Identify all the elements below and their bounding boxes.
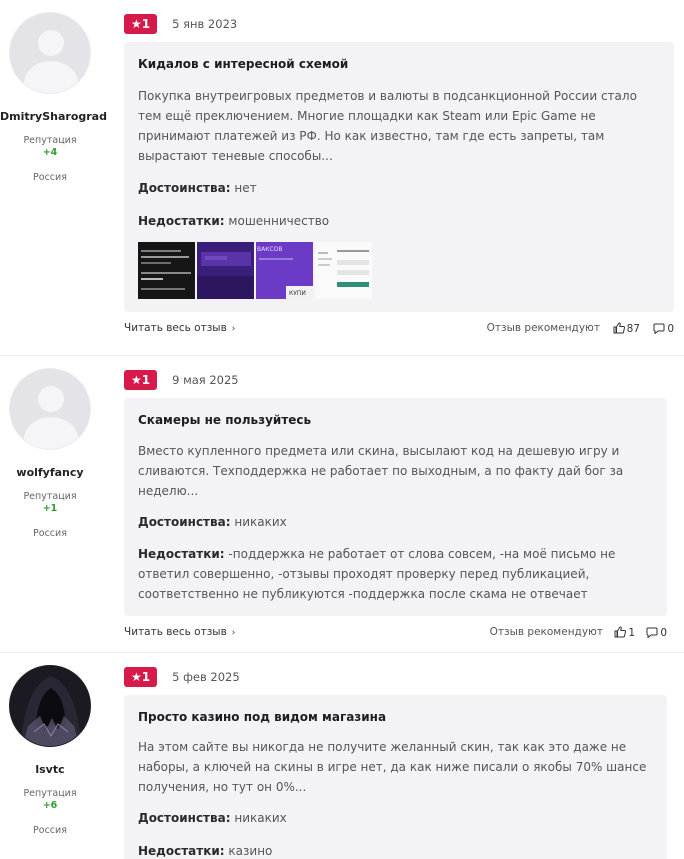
reputation-label: Репутация (23, 135, 77, 146)
rating-badge: ★1 (124, 369, 157, 390)
chevron-right-icon: › (231, 628, 236, 638)
thumbs-up-icon (613, 322, 625, 334)
review-card: Просто казино под видом магазина На этом… (124, 695, 667, 859)
review-header: ★1 5 янв 2023 (124, 13, 238, 34)
pros-value: никаких (234, 515, 287, 529)
comment-count: 0 (667, 323, 674, 335)
rating-value: 1 (141, 669, 151, 684)
read-more-label: Читать весь отзыв (124, 322, 227, 334)
user-country: Россия (33, 825, 67, 836)
review-pros: Достоинства: никаких (138, 808, 653, 828)
review-card: Кидалов с интересной схемой Покупка внут… (124, 42, 674, 312)
review-title[interactable]: Кидалов с интересной схемой (138, 57, 348, 71)
review-item: DmitrySharograd Репутация +4 Россия ★1 5… (0, 0, 684, 350)
recommend-label: Отзыв рекомендуют (489, 626, 603, 638)
review-image-thumb[interactable] (315, 242, 372, 299)
review-cons: Недостатки: мошенничество (138, 211, 660, 231)
cons-label: Недостатки: (138, 844, 225, 858)
review-card: Скамеры не пользуйтесь Вместо купленного… (124, 398, 667, 616)
rating-value: 1 (141, 372, 151, 387)
thumbs-up-icon (614, 626, 627, 638)
cons-value: мошенничество (228, 214, 330, 228)
read-more-label: Читать весь отзыв (124, 626, 227, 638)
like-button[interactable]: 87 (613, 322, 640, 335)
comment-icon (653, 323, 665, 334)
reputation-label: Репутация (23, 788, 77, 799)
review-title[interactable]: Скамеры не пользуйтесь (138, 413, 311, 427)
like-button[interactable]: 1 (614, 626, 635, 639)
review-footer: Читать весь отзыв › Отзыв рекомендуют 1 0 (124, 626, 667, 642)
review-text: Покупка внутреигровых предметов и валюты… (138, 89, 637, 163)
avatar[interactable] (9, 12, 91, 94)
thumb-text: ВАКСОВ (257, 246, 283, 253)
reputation-value: +4 (42, 147, 58, 158)
user-info: wolfyfancy Репутация +1 Россия (0, 368, 100, 539)
reputation-label: Репутация (23, 491, 77, 502)
pros-value: никаких (234, 811, 287, 825)
review-image-thumb[interactable] (197, 242, 254, 299)
comment-icon (646, 627, 658, 638)
comments-button[interactable]: 0 (653, 322, 674, 335)
user-info: lsvtc Репутация +6 Россия (0, 665, 100, 836)
read-full-review-link[interactable]: Читать весь отзыв › (124, 322, 235, 334)
review-pros: Достоинства: никаких (138, 512, 653, 532)
review-footer: Читать весь отзыв › Отзыв рекомендуют 87 … (124, 322, 674, 338)
review-header: ★1 5 фев 2025 (124, 666, 240, 687)
pros-label: Достоинства: (138, 515, 231, 529)
star-icon: ★ (130, 372, 142, 387)
username[interactable]: lsvtc (0, 763, 100, 776)
user-country: Россия (33, 172, 67, 183)
rating-value: 1 (141, 16, 151, 31)
pros-label: Достоинства: (138, 811, 231, 825)
like-count: 87 (626, 323, 640, 335)
review-header: ★1 9 мая 2025 (124, 369, 239, 390)
read-full-review-link[interactable]: Читать весь отзыв › (124, 626, 235, 638)
review-image-thumb[interactable]: ВАКСОВ КУПИ (256, 242, 313, 299)
cons-value: казино (228, 844, 273, 858)
review-cons: Недостатки: казино (138, 841, 653, 859)
review-item: wolfyfancy Репутация +1 Россия ★1 9 мая … (0, 355, 684, 651)
star-icon: ★ (130, 669, 142, 684)
avatar[interactable] (9, 665, 91, 747)
rating-badge: ★1 (124, 666, 157, 687)
thumb-text: КУПИ (289, 290, 306, 297)
avatar[interactable] (9, 368, 91, 450)
comments-button[interactable]: 0 (646, 626, 667, 639)
cons-label: Недостатки: (138, 214, 225, 228)
username[interactable]: wolfyfancy (0, 466, 100, 479)
hooded-figure-icon (10, 666, 90, 746)
review-item: lsvtc Репутация +6 Россия ★1 5 фев 2025 … (0, 652, 684, 859)
star-icon: ★ (130, 16, 142, 31)
review-image-thumb[interactable] (138, 242, 195, 299)
review-date: 5 янв 2023 (172, 16, 238, 31)
review-date: 5 фев 2025 (172, 669, 240, 684)
review-pros: Достоинства: нет (138, 178, 660, 198)
like-count: 1 (628, 627, 635, 639)
reputation-value: +6 (42, 800, 58, 811)
recommend-label: Отзыв рекомендуют (486, 322, 600, 334)
username[interactable]: DmitrySharograd (0, 110, 107, 123)
review-title[interactable]: Просто казино под видом магазина (138, 710, 386, 724)
review-date: 9 мая 2025 (172, 372, 239, 387)
reputation-value: +1 (42, 503, 58, 514)
user-info: DmitrySharograd Репутация +4 Россия (0, 12, 107, 183)
review-cons: Недостатки: -поддержка не работает от сл… (138, 544, 653, 604)
cons-label: Недостатки: (138, 547, 225, 561)
pros-value: нет (234, 181, 257, 195)
comment-count: 0 (660, 627, 667, 639)
review-text: На этом сайте вы никогда не получите жел… (138, 740, 647, 794)
rating-badge: ★1 (124, 13, 157, 34)
pros-label: Достоинства: (138, 181, 231, 195)
chevron-right-icon: › (231, 324, 236, 334)
review-text: Вместо купленного предмета или скина, вы… (138, 444, 624, 498)
user-country: Россия (33, 528, 67, 539)
